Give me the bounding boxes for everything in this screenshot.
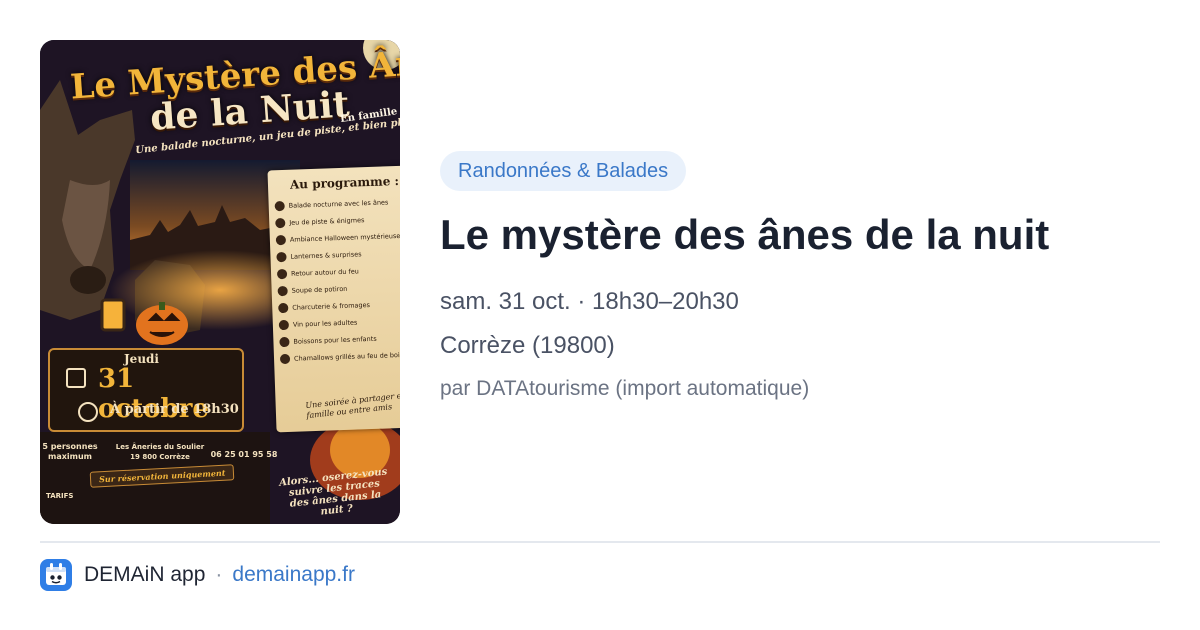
poster-program-list: Balade nocturne avec les ânes Jeu de pis… bbox=[274, 194, 400, 368]
event-datetime: sam. 31 oct. · 18h30–20h30 bbox=[440, 288, 739, 315]
event-location: Corrèze (19800) bbox=[440, 332, 615, 359]
footer: DEMAiN app · demainapp.fr bbox=[40, 558, 355, 592]
poster-phone: 06 25 01 95 58 bbox=[210, 450, 278, 459]
footer-divider bbox=[40, 541, 1160, 543]
event-card[interactable]: Le Mystère des Ânes de la Nuit Une balad… bbox=[0, 0, 1200, 630]
calendar-icon bbox=[66, 368, 86, 388]
poster-date-box: Jeudi 31 octobre À partir de 18h30 bbox=[48, 348, 244, 432]
poster-people: 5 personnes maximum bbox=[42, 442, 98, 461]
app-logo-icon[interactable] bbox=[40, 559, 72, 591]
poster-place: Les Âneries du Soulier 19 800 Corrèze bbox=[115, 443, 205, 461]
poster-hour: À partir de 18h30 bbox=[110, 402, 239, 417]
poster-program-panel: Au programme : Balade nocturne avec les … bbox=[267, 165, 400, 433]
category-badge[interactable]: Randonnées & Balades bbox=[440, 151, 687, 191]
poster-program-title: Au programme : bbox=[289, 173, 400, 192]
event-poster-image: Le Mystère des Ânes de la Nuit Une balad… bbox=[40, 40, 400, 524]
program-item: Chamallows grillés au feu de bois bbox=[279, 347, 400, 368]
poster-program-footer: Une soirée à partager en famille ou entr… bbox=[304, 390, 400, 421]
poster-tarifs: TARIFS bbox=[46, 492, 74, 500]
domain-link[interactable]: demainapp.fr bbox=[232, 563, 355, 587]
event-source: par DATAtourisme (import automatique) bbox=[440, 377, 810, 400]
event-title[interactable]: Le mystère des ânes de la nuit bbox=[440, 208, 1160, 262]
app-name[interactable]: DEMAiN app bbox=[84, 563, 205, 587]
clock-icon bbox=[78, 402, 98, 422]
footer-separator: · bbox=[215, 563, 223, 586]
